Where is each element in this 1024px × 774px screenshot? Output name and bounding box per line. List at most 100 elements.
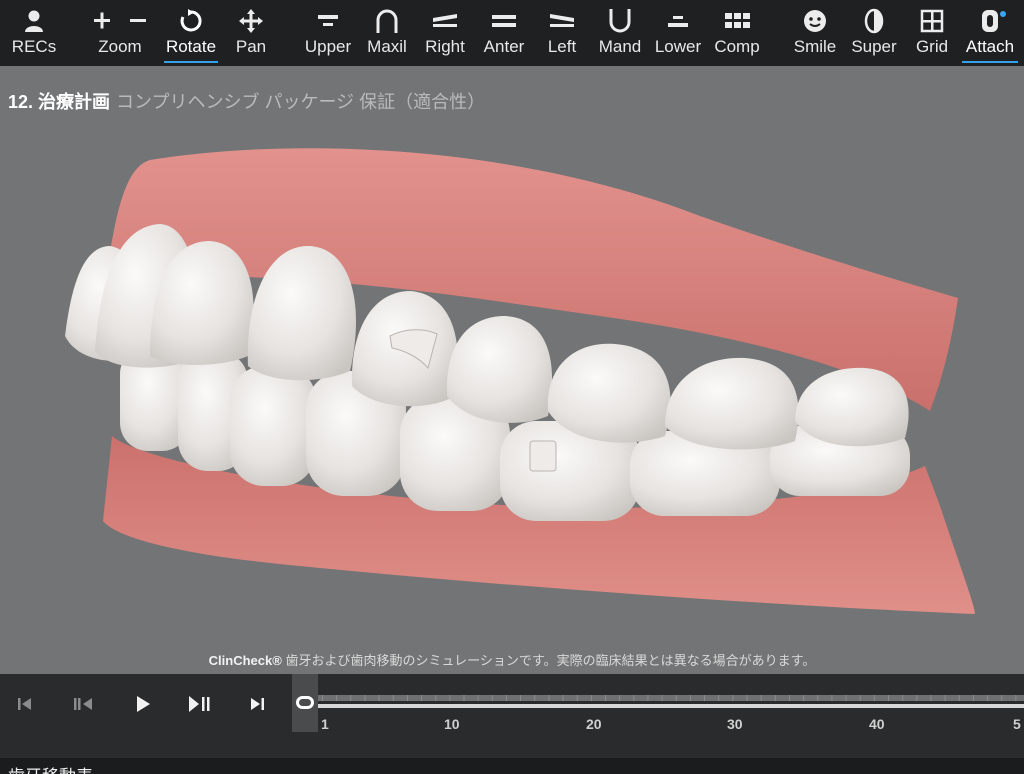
play-pause-icon (189, 696, 210, 712)
right-view-button[interactable]: Right (422, 0, 468, 66)
stage-tick (619, 695, 621, 701)
compare-button[interactable]: Comp (712, 0, 762, 66)
grid-icon (920, 8, 944, 34)
timeline-scrubber-handle[interactable] (292, 674, 318, 732)
stage-tick (760, 695, 762, 701)
maxil-label: Maxil (367, 37, 407, 56)
tooth-movement-panel[interactable]: 歯牙移動表 (0, 758, 1024, 774)
stage-tick (534, 695, 536, 701)
last-stage-button[interactable] (240, 692, 274, 716)
stage-tick (916, 695, 918, 701)
mandibular-arch-icon (607, 8, 633, 34)
stage-tick (576, 695, 578, 701)
upper-arch-icon (315, 8, 341, 34)
rotate-button[interactable]: Rotate (164, 0, 218, 66)
stage-tick (350, 695, 352, 701)
stage-tick (491, 695, 493, 701)
stage-tick (1001, 695, 1003, 701)
stage-tick (435, 695, 437, 701)
rotate-label: Rotate (165, 37, 217, 56)
anterior-view-icon (490, 8, 518, 34)
dental-arch-model[interactable] (0, 66, 1024, 674)
stage-tick (421, 695, 423, 701)
active-underline (164, 61, 218, 63)
stage-tick (859, 695, 861, 701)
zoom-button[interactable]: Zoom (88, 0, 152, 66)
timeline-track[interactable] (318, 695, 1024, 711)
tick-label: 10 (444, 716, 460, 732)
stage-tick (774, 695, 776, 701)
recs-label: RECs (11, 37, 57, 56)
stage-tick (675, 695, 677, 701)
first-stage-button[interactable] (8, 692, 42, 716)
stage-tick (548, 695, 550, 701)
mand-button[interactable]: Mand (596, 0, 644, 66)
simulation-disclaimer: ClinCheck® 歯牙および歯肉移動のシミュレーションです。実際の臨床結果と… (0, 650, 1024, 669)
stage-tick (477, 695, 479, 701)
stage-tick (718, 695, 720, 701)
left-view-button[interactable]: Left (542, 0, 582, 66)
stage-tick (406, 695, 408, 701)
toolbar: RECs Zoom Rotate Pan Upper Maxil Right A… (0, 0, 1024, 66)
lower-button[interactable]: Lower (652, 0, 704, 66)
grid-label: Grid (915, 37, 949, 56)
stage-tick (788, 695, 790, 701)
play-icon (137, 696, 150, 712)
stage-tick (873, 695, 875, 701)
stage-tick (803, 695, 805, 701)
zoom-label: Zoom (98, 37, 142, 56)
compare-grid-icon (723, 8, 751, 34)
3d-viewport[interactable]: 12. 治療計画 コンプリヘンシブ パッケージ 保証（適合性） ClinChec… (0, 66, 1024, 674)
step-back-icon (74, 698, 92, 710)
stage-tick (930, 695, 932, 701)
stage-tick (449, 695, 451, 701)
scrubber-knob (296, 696, 314, 709)
stage-tick (392, 695, 394, 701)
attachment-icon (980, 8, 1006, 34)
tick-label: 1 (321, 716, 329, 732)
right-label: Right (425, 37, 465, 56)
left-label: Left (547, 37, 577, 56)
anterior-view-button[interactable]: Anter (480, 0, 528, 66)
left-view-icon (548, 8, 576, 34)
clincheck-brand: ClinCheck® (208, 653, 282, 668)
smile-button[interactable]: Smile (790, 0, 840, 66)
skip-to-end-icon (251, 698, 264, 710)
stage-tick (647, 695, 649, 701)
stage-tick (888, 695, 889, 701)
stage-tick (944, 695, 946, 701)
rotate-icon (178, 8, 204, 34)
anter-label: Anter (483, 37, 525, 56)
play-button[interactable] (126, 692, 160, 716)
smile-face-icon (802, 8, 828, 34)
panel-title: 歯牙移動表 (8, 762, 93, 774)
disclaimer-text: 歯牙および歯肉移動のシミュレーションです。実際の臨床結果とは異なる場合があります… (281, 653, 816, 668)
stage-tick (958, 695, 960, 701)
tick-label: 30 (727, 716, 743, 732)
superimpose-button[interactable]: Super (848, 0, 900, 66)
attach-button[interactable]: Attach (962, 0, 1018, 66)
stage-tick (661, 695, 663, 701)
stage-tick (590, 695, 592, 701)
stage-tick (831, 695, 833, 701)
previous-step-button[interactable] (66, 692, 100, 716)
stage-tick (378, 695, 380, 701)
play-step-button[interactable] (182, 692, 216, 716)
recs-button[interactable]: RECs (10, 0, 58, 66)
stage-tick (817, 695, 819, 701)
stage-tick (605, 695, 606, 701)
stage-tick (336, 695, 338, 701)
maxil-button[interactable]: Maxil (364, 0, 410, 66)
attach-label: Attach (965, 37, 1015, 56)
pan-button[interactable]: Pan (232, 0, 270, 66)
stage-tick (463, 695, 465, 701)
person-icon (23, 8, 45, 34)
grid-button[interactable]: Grid (912, 0, 952, 66)
notification-dot (1000, 11, 1006, 17)
upper-button[interactable]: Upper (302, 0, 354, 66)
maxillary-arch-icon (374, 8, 400, 34)
stage-tick (972, 695, 974, 701)
mand-label: Mand (598, 37, 642, 56)
stage-tick (987, 695, 989, 701)
stage-tick (845, 695, 847, 701)
